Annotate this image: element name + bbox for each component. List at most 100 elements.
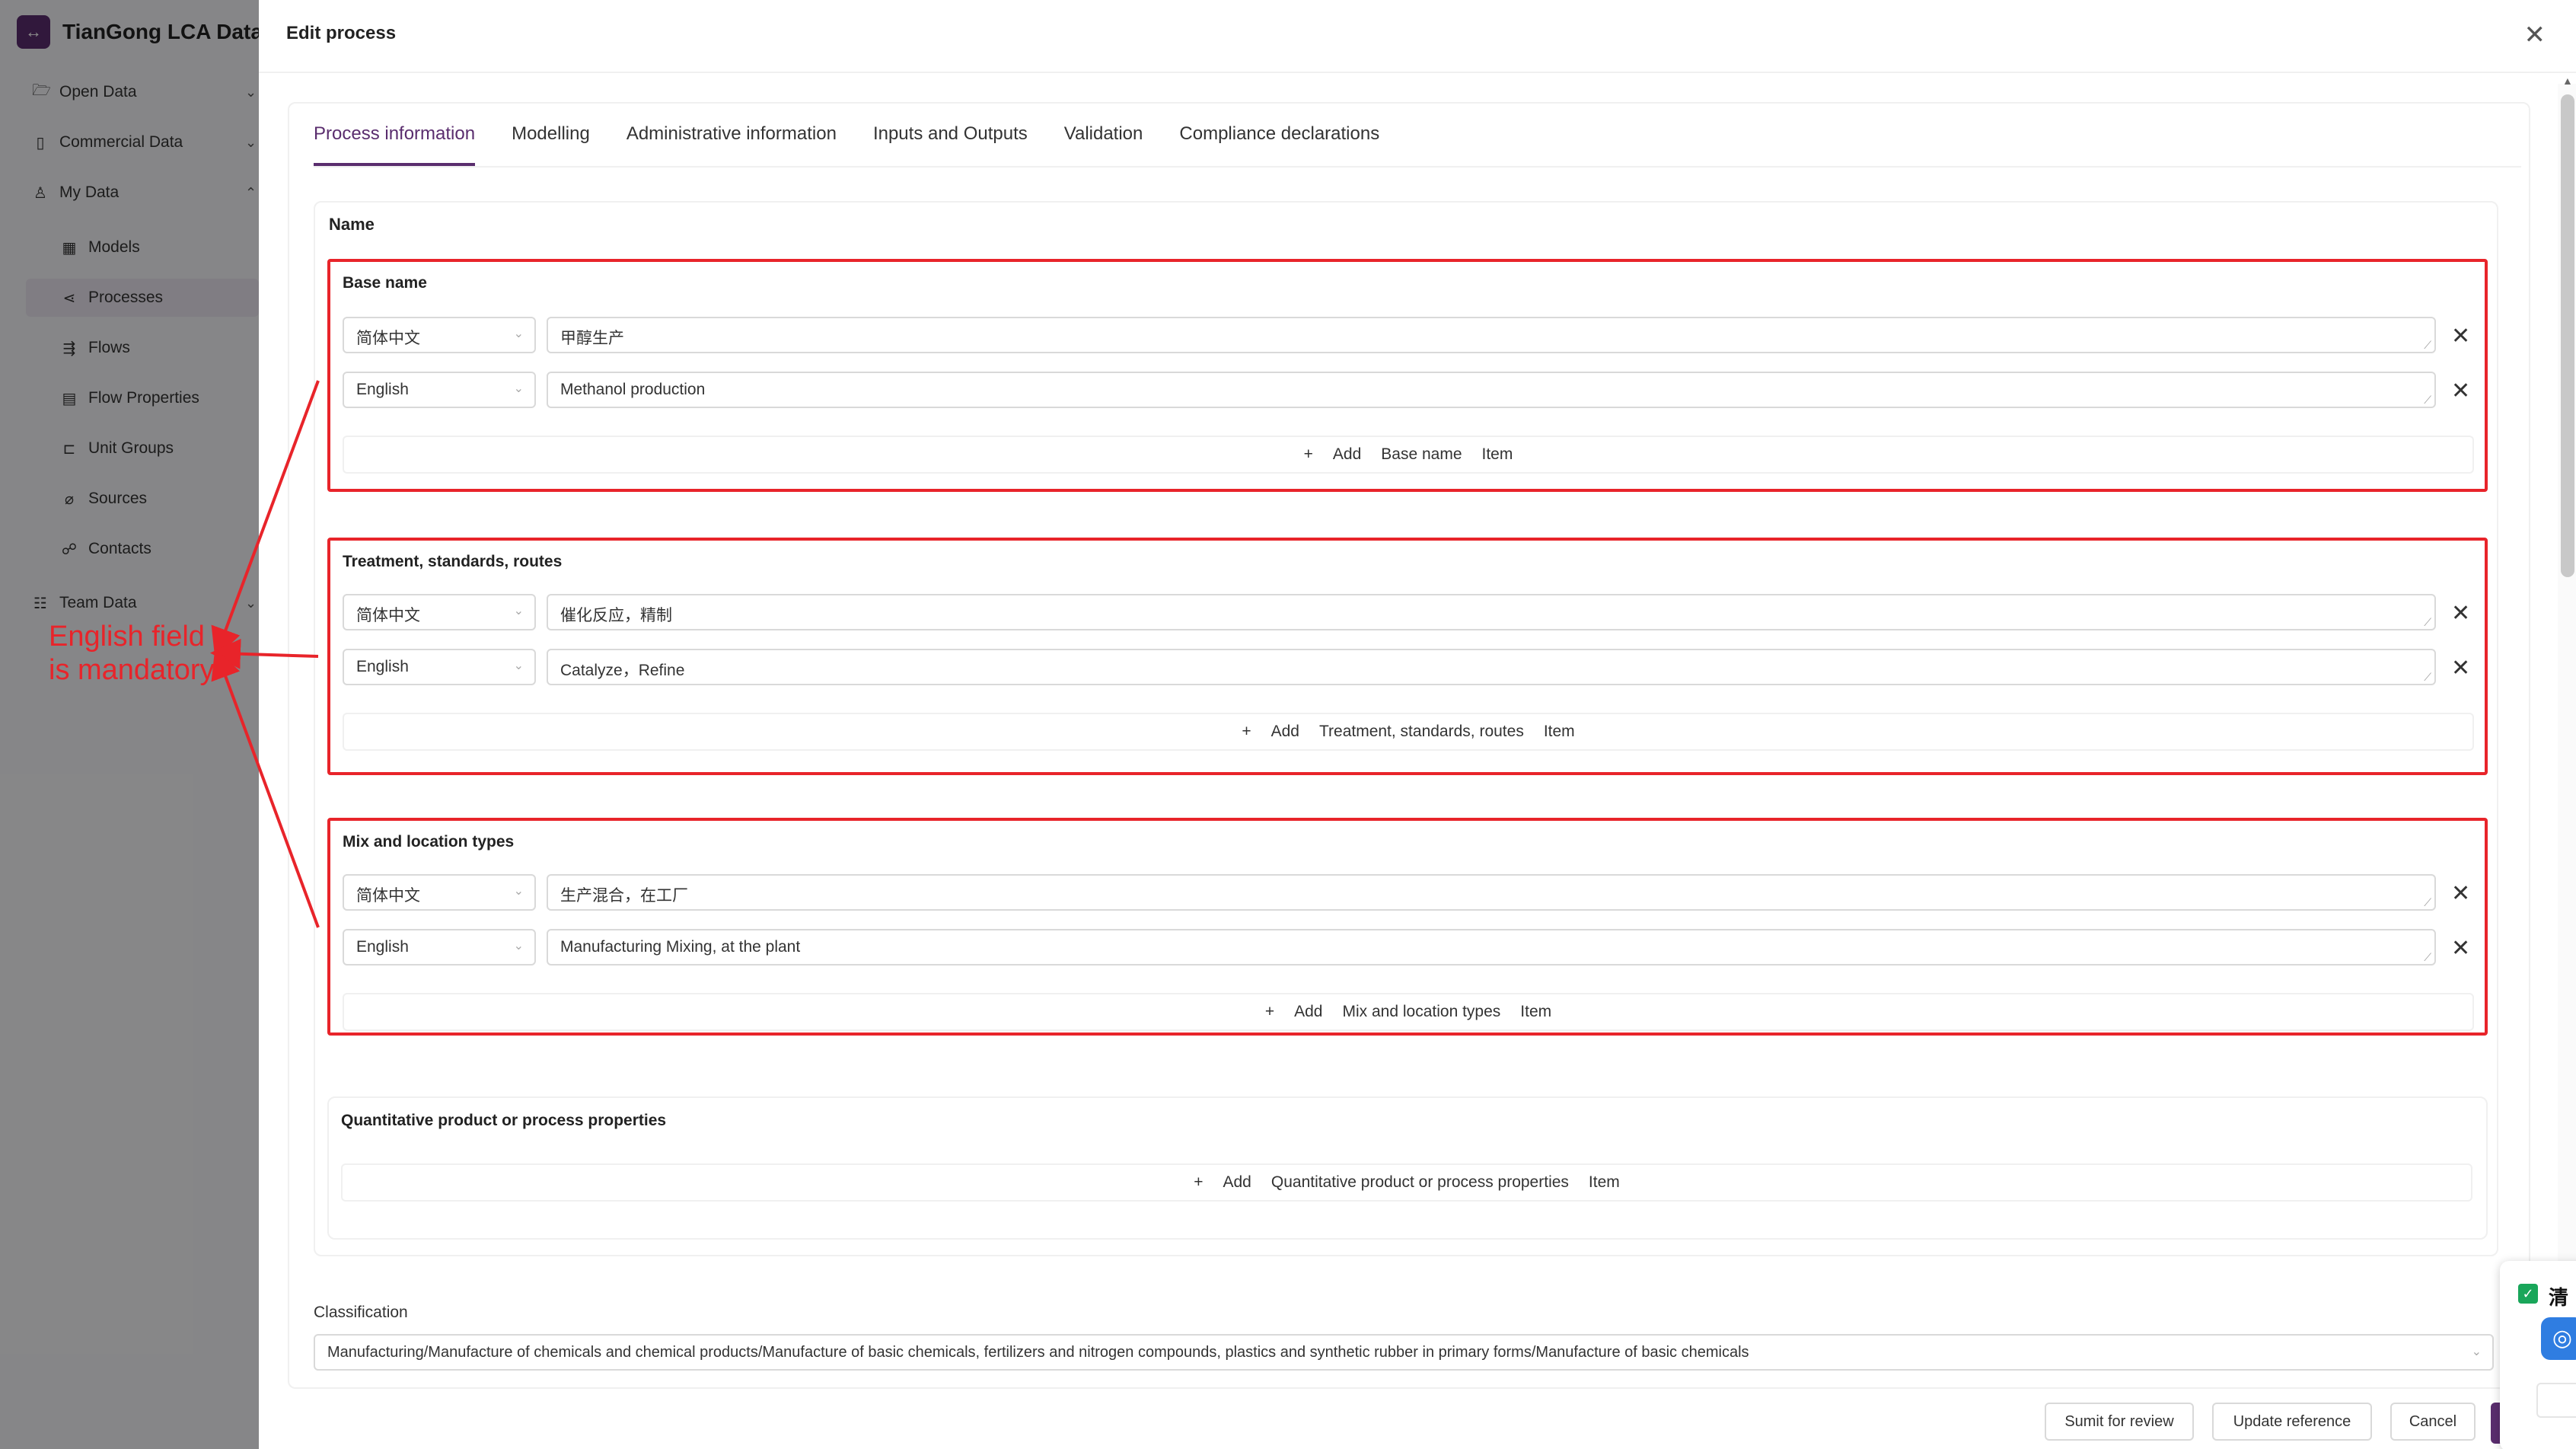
sidebar-item-commercial-data[interactable]: ▯ Commercial Data ⌄ — [32, 127, 257, 158]
resize-grip-icon[interactable]: ⟋ — [2424, 951, 2431, 964]
sidebar-item-my-data[interactable]: ♙ My Data ⌃ — [32, 177, 257, 208]
unit-groups-icon: ⊏ — [62, 440, 76, 458]
annotation-line-2: is mandatory — [49, 654, 215, 686]
sidebar-item-flow-properties[interactable]: ▤ Flow Properties — [61, 383, 199, 413]
resize-grip-icon[interactable]: ⟋ — [2424, 339, 2431, 352]
table-icon: ▤ — [62, 390, 77, 407]
sidebar-item-processes[interactable]: ⋖ Processes — [61, 282, 163, 313]
cancel-button[interactable]: Cancel — [2390, 1403, 2476, 1441]
add-treatment-item-button[interactable]: + Add Treatment, standards, routes Item — [343, 713, 2474, 751]
add-item-label: Item — [1520, 1003, 1552, 1020]
check-icon: ✓ — [2518, 1284, 2538, 1304]
remove-row-icon[interactable]: ✕ — [2451, 600, 2470, 627]
language-select[interactable]: English ⌄ — [343, 929, 536, 965]
add-field-name: Quantitative product or process properti… — [1270, 1173, 1569, 1191]
tab-compliance-declarations[interactable]: Compliance declarations — [1179, 114, 1379, 166]
sidebar-item-open-data[interactable]: 🗁 Open Data ⌄ — [32, 77, 257, 107]
treatment-input-zh[interactable]: 催化反应，精制 ⟋ — [547, 594, 2436, 630]
tabs-divider — [314, 166, 2521, 168]
add-field-name: Mix and location types — [1342, 1003, 1501, 1020]
remove-row-icon[interactable]: ✕ — [2451, 935, 2470, 962]
widget-logo-icon[interactable]: ◎ — [2541, 1317, 2576, 1360]
language-select-value: English — [356, 381, 409, 398]
group-title: Treatment, standards, routes — [343, 553, 563, 570]
chevron-down-icon: ⌄ — [513, 382, 524, 395]
brand[interactable]: ↔ TianGong LCA Data P — [17, 15, 282, 49]
tab-modelling[interactable]: Modelling — [512, 114, 590, 166]
sidebar-item-contacts[interactable]: ☍ Contacts — [61, 534, 151, 564]
chevron-down-icon: ⌄ — [513, 940, 524, 953]
paperclip-icon: ⌀ — [64, 490, 75, 508]
add-base-name-item-button[interactable]: + Add Base name Item — [343, 436, 2474, 474]
add-quantitative-item-button[interactable]: + Add Quantitative product or process pr… — [341, 1163, 2472, 1202]
language-select-value: English — [356, 938, 409, 956]
document-icon: ▯ — [36, 134, 45, 152]
remove-row-icon[interactable]: ✕ — [2451, 323, 2470, 349]
language-select[interactable]: 简体中文 ⌄ — [343, 594, 536, 630]
mix-location-input-en[interactable]: Manufacturing Mixing, at the plant ⟋ — [547, 929, 2436, 965]
drawer-header: Edit process ✕ — [259, 0, 2576, 73]
base-name-input-zh[interactable]: 甲醇生产 ⟋ — [547, 317, 2436, 353]
add-mix-location-item-button[interactable]: + Add Mix and location types Item — [343, 993, 2474, 1031]
resize-grip-icon[interactable]: ⟋ — [2424, 671, 2431, 684]
language-select[interactable]: English ⌄ — [343, 372, 536, 408]
base-name-row-zh: 简体中文 ⌄ 甲醇生产 ⟋ ✕ — [343, 317, 2474, 353]
sidebar-item-label: Processes — [88, 289, 164, 306]
plus-icon: + — [1303, 445, 1313, 463]
base-name-input-en[interactable]: Methanol production ⟋ — [547, 372, 2436, 408]
remove-row-icon[interactable]: ✕ — [2451, 655, 2470, 681]
treatment-input-en[interactable]: Catalyze，Refine ⟋ — [547, 649, 2436, 685]
update-reference-button[interactable]: Update reference — [2212, 1403, 2372, 1441]
group-title: Quantitative product or process properti… — [341, 1112, 667, 1129]
input-value: Catalyze，Refine — [560, 662, 685, 679]
share-nodes-icon: ⋖ — [62, 289, 76, 307]
treatment-row-zh: 简体中文 ⌄ 催化反应，精制 ⟋ ✕ — [343, 594, 2474, 630]
sidebar-item-sources[interactable]: ⌀ Sources — [61, 484, 147, 514]
resize-grip-icon[interactable]: ⟋ — [2424, 896, 2431, 909]
floating-widget[interactable]: ✓ 清 ◎ — [2500, 1261, 2576, 1449]
folder-open-icon: 🗁 — [32, 82, 51, 99]
chevron-down-icon: ⌄ — [513, 885, 524, 898]
tab-validation[interactable]: Validation — [1064, 114, 1143, 166]
submit-for-review-button[interactable]: Sumit for review — [2045, 1403, 2194, 1441]
widget-input-box[interactable] — [2536, 1383, 2576, 1418]
language-select[interactable]: 简体中文 ⌄ — [343, 874, 536, 911]
sidebar-item-models[interactable]: ▦ Models — [61, 232, 140, 263]
close-icon[interactable]: ✕ — [2524, 20, 2546, 50]
classification-label: Classification — [314, 1304, 408, 1321]
scroll-up-arrow-icon[interactable]: ▲ — [2562, 75, 2573, 87]
sidebar-item-unit-groups[interactable]: ⊏ Unit Groups — [61, 433, 174, 464]
input-value: 甲醇生产 — [560, 330, 624, 347]
remove-row-icon[interactable]: ✕ — [2451, 378, 2470, 404]
sidebar-item-team-data[interactable]: ☷ Team Data ⌄ — [32, 588, 257, 618]
sidebar-item-flows[interactable]: ⇶ Flows — [61, 333, 130, 363]
mix-location-input-zh[interactable]: 生产混合，在工厂 ⟋ — [547, 874, 2436, 911]
user-icon: ♙ — [33, 184, 47, 202]
remove-row-icon[interactable]: ✕ — [2451, 880, 2470, 907]
sidebar-item-label: Flows — [88, 339, 130, 356]
input-value: 催化反应，精制 — [560, 607, 672, 624]
classification-select[interactable]: Manufacturing/Manufacture of chemicals a… — [314, 1334, 2494, 1371]
models-icon: ▦ — [62, 239, 77, 257]
add-field-name: Base name — [1381, 445, 1462, 463]
add-item-label: Item — [1481, 445, 1513, 463]
chevron-down-icon: ⌄ — [245, 595, 257, 611]
tab-process-information[interactable]: Process information — [314, 114, 476, 166]
scrollbar-thumb[interactable] — [2561, 94, 2574, 577]
input-value: Methanol production — [560, 381, 706, 398]
language-select[interactable]: 简体中文 ⌄ — [343, 317, 536, 353]
sidebar-item-label: Models — [88, 238, 140, 256]
language-select[interactable]: English ⌄ — [343, 649, 536, 685]
resize-grip-icon[interactable]: ⟋ — [2424, 394, 2431, 407]
chevron-down-icon: ⌄ — [513, 659, 524, 672]
tab-administrative-information[interactable]: Administrative information — [626, 114, 837, 166]
language-select-value: 简体中文 — [356, 330, 420, 347]
resize-grip-icon[interactable]: ⟋ — [2424, 616, 2431, 629]
add-item-label: Item — [1543, 723, 1575, 740]
tab-bar: Process information Modelling Administra… — [314, 114, 1379, 168]
group-title: Base name — [343, 274, 427, 292]
tab-inputs-and-outputs[interactable]: Inputs and Outputs — [873, 114, 1028, 166]
add-item-label: Item — [1588, 1173, 1620, 1191]
group-title: Mix and location types — [343, 833, 515, 851]
sidebar-item-label: Contacts — [88, 540, 151, 557]
